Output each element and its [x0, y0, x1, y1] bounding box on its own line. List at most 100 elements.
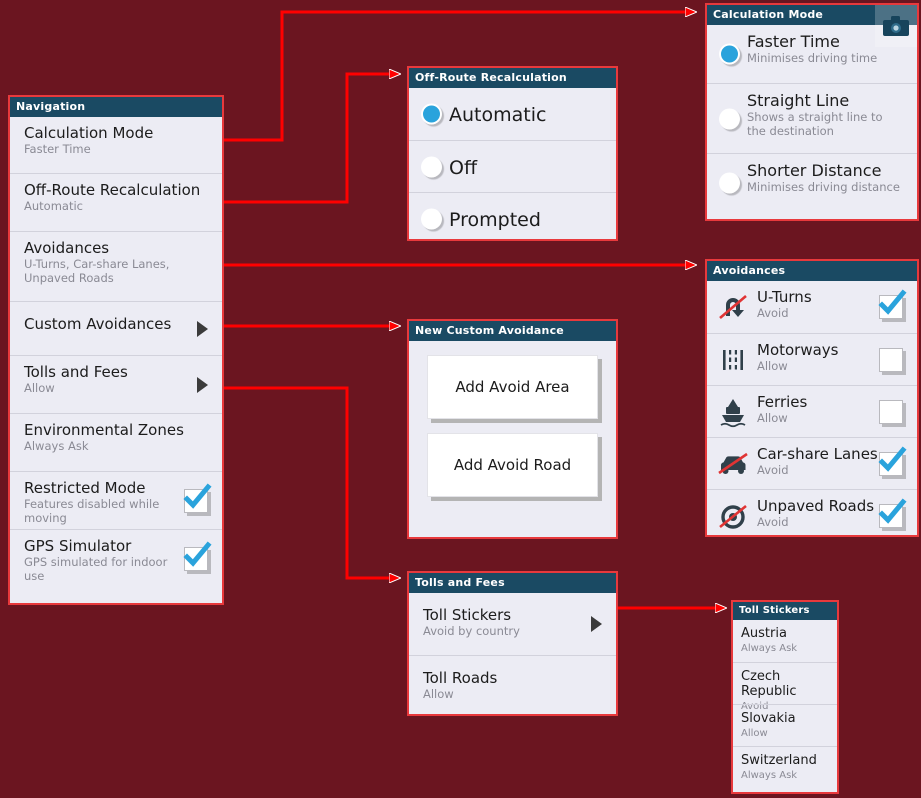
item-title: Off-Route Recalculation — [24, 181, 201, 199]
option-label: Automatic — [449, 104, 547, 126]
avoidances-list: U-Turns Avoid Motorways Allow Ferries Al… — [707, 281, 917, 541]
off-route-recalculation-panel: Off-Route Recalculation Automatic Off Pr… — [407, 66, 618, 241]
option-label: Straight Line — [747, 91, 850, 110]
item-subtitle: Faster Time — [24, 142, 91, 157]
option-faster-time[interactable]: Faster Time Minimises driving time — [707, 25, 917, 83]
chevron-right-icon — [591, 616, 602, 632]
unpaved-roads-checkbox[interactable] — [878, 497, 907, 528]
option-label: Prompted — [449, 209, 541, 231]
sticker-item-austria[interactable]: Austria Always Ask — [733, 620, 837, 662]
nav-item-avoidances[interactable]: Avoidances U-Turns, Car-share Lanes, Unp… — [10, 231, 222, 301]
item-title: Tolls and Fees — [24, 363, 128, 381]
nav-item-off-route-recalculation[interactable]: Off-Route Recalculation Automatic — [10, 173, 222, 231]
unpaved-road-icon — [717, 500, 749, 532]
item-title: Avoidances — [24, 239, 110, 257]
option-off[interactable]: Off — [409, 140, 616, 192]
u-turns-checkbox[interactable] — [878, 289, 907, 319]
radio-off[interactable] — [421, 156, 442, 177]
nav-item-restricted-mode[interactable]: Restricted Mode Features disabled while … — [10, 471, 222, 529]
off-route-header: Off-Route Recalculation — [409, 68, 616, 88]
nav-item-environmental-zones[interactable]: Environmental Zones Always Ask — [10, 413, 222, 471]
radio-faster-time[interactable] — [719, 43, 740, 65]
item-title: Slovakia — [741, 711, 796, 726]
option-shorter-distance[interactable]: Shorter Distance Minimises driving dista… — [707, 153, 917, 211]
option-subtitle: Minimises driving time — [747, 51, 878, 66]
avoidance-item-u-turns[interactable]: U-Turns Avoid — [707, 281, 917, 333]
nav-item-tolls-and-fees[interactable]: Tolls and Fees Allow — [10, 355, 222, 413]
avoidance-item-unpaved-roads[interactable]: Unpaved Roads Avoid — [707, 489, 917, 541]
tolls-and-fees-list: Toll Stickers Avoid by country Toll Road… — [409, 593, 616, 717]
check-icon — [878, 497, 907, 524]
sticker-item-switzerland[interactable]: Switzerland Always Ask — [733, 746, 837, 788]
avoidance-item-ferries[interactable]: Ferries Allow — [707, 385, 917, 437]
chevron-right-icon — [197, 376, 208, 393]
nav-item-custom-avoidances[interactable]: Custom Avoidances — [10, 301, 222, 355]
option-prompted[interactable]: Prompted — [409, 192, 616, 244]
add-avoid-road-button[interactable]: Add Avoid Road — [427, 433, 598, 497]
navigation-panel: Navigation Calculation Mode Faster Time … — [8, 95, 224, 605]
item-subtitle: U-Turns, Car-share Lanes, Unpaved Roads — [24, 257, 170, 286]
car-share-lanes-checkbox[interactable] — [878, 445, 907, 476]
gps-simulator-checkbox[interactable] — [183, 540, 212, 571]
u-turn-icon — [717, 291, 749, 323]
ferry-icon — [717, 396, 749, 428]
item-title: Calculation Mode — [24, 124, 154, 142]
avoidance-item-car-share-lanes[interactable]: Car-share Lanes Avoid — [707, 437, 917, 489]
radio-prompted[interactable] — [421, 208, 442, 229]
item-title: Czech Republic — [741, 669, 797, 699]
item-subtitle: Allow — [741, 727, 768, 739]
ferries-checkbox[interactable] — [879, 399, 903, 424]
option-subtitle: Minimises driving distance — [747, 180, 900, 195]
nav-item-calculation-mode[interactable]: Calculation Mode Faster Time — [10, 117, 222, 173]
motorways-checkbox[interactable] — [879, 347, 903, 372]
toll-stickers-header: Toll Stickers — [733, 602, 837, 620]
new-custom-avoidance-header: New Custom Avoidance — [409, 321, 616, 341]
check-icon — [183, 540, 212, 567]
option-label: Faster Time — [747, 32, 840, 51]
item-title: Environmental Zones — [24, 421, 184, 439]
calculation-mode-options: Faster Time Minimises driving time Strai… — [707, 25, 917, 211]
option-subtitle: Shows a straight line to the destination — [747, 110, 883, 139]
item-subtitle: Allow — [24, 381, 55, 396]
custom-avoidance-buttons: Add Avoid Area Add Avoid Road — [409, 355, 616, 497]
off-route-options: Automatic Off Prompted — [409, 88, 616, 244]
sticker-item-slovakia[interactable]: Slovakia Allow — [733, 704, 837, 746]
item-title: Custom Avoidances — [24, 315, 172, 333]
tolls-and-fees-panel: Tolls and Fees Toll Stickers Avoid by co… — [407, 571, 618, 716]
radio-automatic[interactable] — [421, 103, 442, 125]
option-label: Shorter Distance — [747, 161, 882, 180]
item-subtitle: Allow — [423, 687, 454, 702]
item-title: Toll Stickers — [423, 606, 512, 624]
option-straight-line[interactable]: Straight Line Shows a straight line to t… — [707, 83, 917, 153]
calculation-mode-panel: Calculation Mode Faster Time Minimises d… — [705, 3, 919, 221]
check-icon — [183, 482, 212, 509]
header-label: Calculation Mode — [713, 8, 824, 21]
option-label: Off — [449, 157, 478, 179]
tolls-and-fees-header: Tolls and Fees — [409, 573, 616, 593]
restricted-mode-checkbox[interactable] — [183, 482, 212, 513]
option-automatic[interactable]: Automatic — [409, 88, 616, 140]
avoidances-header: Avoidances — [707, 261, 917, 281]
navigation-header: Navigation — [10, 97, 222, 117]
item-subtitle: Always Ask — [741, 642, 798, 654]
check-icon — [878, 289, 907, 315]
radio-straight-line[interactable] — [719, 108, 740, 129]
item-title: Austria — [741, 626, 787, 641]
avoidance-item-motorways[interactable]: Motorways Allow — [707, 333, 917, 385]
sticker-item-czech-republic[interactable]: Czech Republic Avoid — [733, 662, 837, 712]
toll-item-toll-stickers[interactable]: Toll Stickers Avoid by country — [409, 593, 616, 655]
add-avoid-area-button[interactable]: Add Avoid Area — [427, 355, 598, 419]
check-icon — [878, 445, 907, 472]
item-title: Toll Roads — [423, 669, 498, 687]
avoidances-panel: Avoidances U-Turns Avoid Motorways Allow… — [705, 259, 919, 537]
toll-stickers-panel: Toll Stickers Austria Always Ask Czech R… — [731, 600, 839, 794]
motorway-icon — [717, 344, 749, 376]
item-subtitle: Automatic — [24, 199, 83, 214]
toll-item-toll-roads[interactable]: Toll Roads Allow — [409, 655, 616, 717]
item-title: Switzerland — [741, 753, 817, 768]
navigation-list: Calculation Mode Faster Time Off-Route R… — [10, 117, 222, 587]
nav-item-gps-simulator[interactable]: GPS Simulator GPS simulated for indoor u… — [10, 529, 222, 587]
radio-shorter-distance[interactable] — [719, 172, 740, 193]
item-subtitle: Always Ask — [741, 769, 798, 781]
new-custom-avoidance-panel: New Custom Avoidance Add Avoid Area Add … — [407, 319, 618, 539]
